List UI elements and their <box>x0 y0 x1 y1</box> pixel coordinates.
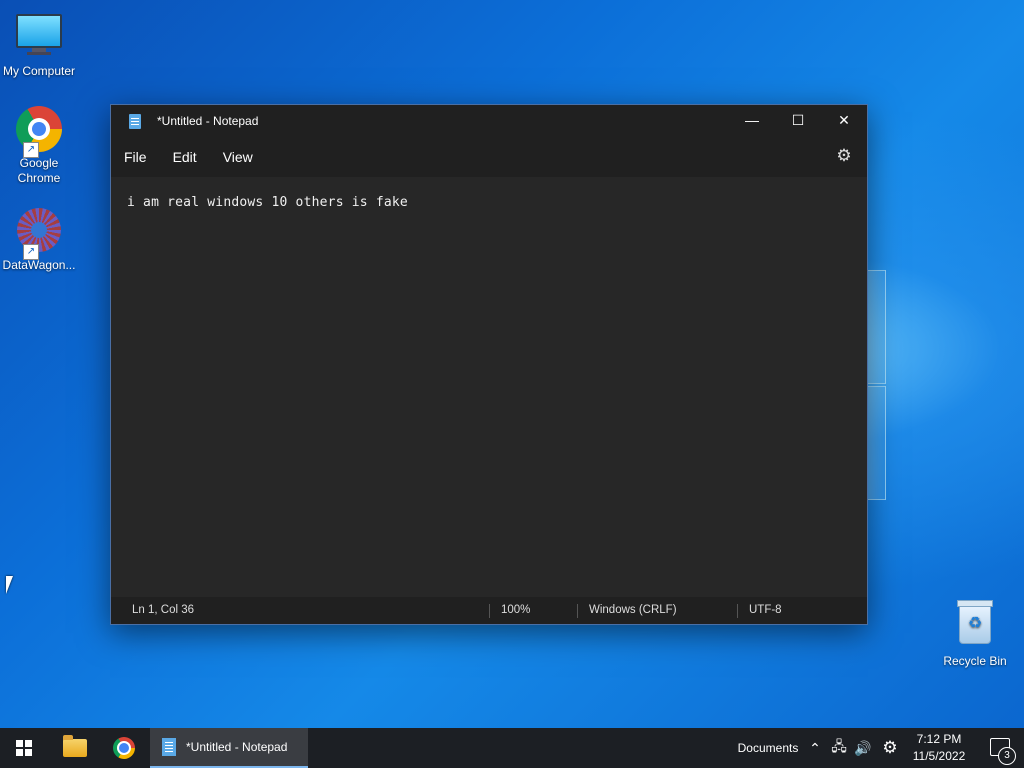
taskbar-notepad[interactable]: *Untitled - Notepad <box>150 728 308 768</box>
maximize-button[interactable]: ☐ <box>775 105 821 137</box>
close-button[interactable]: ✕ <box>821 105 867 137</box>
notification-count-badge: 3 <box>998 747 1016 765</box>
clock[interactable]: 7:12 PM 11/5/2022 <box>906 728 972 768</box>
minimize-button[interactable]: — <box>729 105 775 137</box>
start-button[interactable] <box>0 728 48 768</box>
network-icon[interactable]: 🖧 <box>828 728 850 768</box>
windows-logo-icon <box>16 740 32 756</box>
folder-icon <box>63 735 87 757</box>
shortcut-arrow-icon: ↗ <box>23 244 39 260</box>
wallpaper-logo-pane <box>866 270 886 384</box>
menu-bar: File Edit View ⚙ <box>111 137 867 177</box>
menu-view[interactable]: View <box>210 149 253 165</box>
menu-edit[interactable]: Edit <box>160 149 197 165</box>
clock-time: 7:12 PM <box>916 732 962 746</box>
desktop-icon-recycle-bin[interactable]: ♻ Recycle Bin <box>936 600 1014 669</box>
notepad-window: *Untitled - Notepad — ☐ ✕ File Edit View… <box>110 104 868 625</box>
text-editor-area[interactable]: i am real windows 10 others is fake <box>111 177 867 597</box>
status-divider <box>737 604 738 618</box>
taskbar-chrome[interactable] <box>102 728 146 768</box>
tray-documents-toolbar[interactable]: Documents <box>734 728 802 768</box>
volume-icon[interactable]: 🔊 <box>852 728 874 768</box>
recycle-bin-icon: ♻ <box>951 600 999 652</box>
taskbar-file-explorer[interactable] <box>54 728 96 768</box>
mouse-cursor-icon <box>6 576 20 594</box>
clock-date: 11/5/2022 <box>912 749 966 763</box>
desktop-icon-google-chrome[interactable]: ↗ Google Chrome <box>0 106 78 186</box>
monitor-icon <box>15 14 63 62</box>
taskbar: *Untitled - Notepad Documents ⌃ 🖧 🔊 ⚙ 7:… <box>0 728 1024 768</box>
cursor-position: Ln 1, Col 36 <box>132 604 195 616</box>
wallpaper-logo-pane <box>866 386 886 500</box>
desktop-icon-datawagon[interactable]: ↗ DataWagon... <box>0 206 78 273</box>
desktop-icon-label: My Computer <box>2 64 76 78</box>
line-endings: Windows (CRLF) <box>589 604 677 616</box>
action-center-button[interactable]: 3 <box>976 728 1024 768</box>
settings-gear-icon[interactable]: ⚙ <box>835 147 853 165</box>
taskbar-notepad-label: *Untitled - Notepad <box>186 740 288 754</box>
desktop-icon-label: DataWagon... <box>2 258 76 272</box>
settings-gear-icon[interactable]: ⚙ <box>878 728 902 768</box>
desktop-icon-my-computer[interactable]: My Computer <box>0 8 78 79</box>
desktop-icon-label: Recycle Bin <box>943 654 1007 668</box>
editor-content: i am real windows 10 others is fake <box>127 195 408 210</box>
notepad-app-icon <box>162 738 176 756</box>
title-bar[interactable]: *Untitled - Notepad — ☐ ✕ <box>111 105 867 137</box>
notepad-app-icon <box>129 113 141 129</box>
shortcut-arrow-icon: ↗ <box>23 142 39 158</box>
datawagon-icon: ↗ <box>15 208 63 260</box>
status-bar: Ln 1, Col 36 100% Windows (CRLF) UTF-8 <box>111 597 867 624</box>
zoom-level: 100% <box>501 604 531 616</box>
chrome-icon <box>113 737 135 759</box>
status-divider <box>577 604 578 618</box>
chevron-up-icon[interactable]: ⌃ <box>805 728 825 768</box>
desktop-icon-label: Google Chrome <box>17 156 61 185</box>
window-title: *Untitled - Notepad <box>157 114 259 128</box>
status-divider <box>489 604 490 618</box>
chrome-icon: ↗ <box>15 106 63 158</box>
menu-file[interactable]: File <box>111 149 147 165</box>
encoding: UTF-8 <box>749 604 782 616</box>
